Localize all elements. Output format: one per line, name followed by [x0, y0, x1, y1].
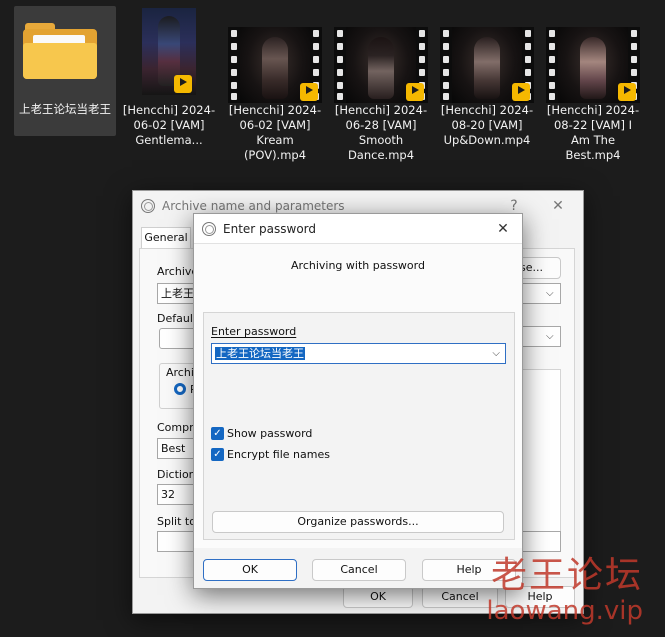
video-name: [Hencchi] 2024-06-02 [VAM] Gentlema...: [122, 103, 216, 147]
video-thumbnail: [228, 27, 322, 103]
organize-passwords-button[interactable]: Organize passwords...: [212, 511, 504, 533]
archive-name-dropdown[interactable]: ⌵: [517, 283, 561, 304]
cancel-button[interactable]: Cancel: [312, 559, 406, 581]
watermark-title: 老王论坛: [490, 555, 643, 596]
video-file[interactable]: [Hencchi] 2024-06-02 [VAM] Gentlema...: [122, 8, 216, 166]
player-badge-icon: [406, 83, 424, 101]
encrypt-names-checkbox[interactable]: ✓: [211, 448, 224, 461]
password-heading: Archiving with password: [291, 259, 425, 272]
password-dialog: Enter password ✕ Archiving with password…: [193, 213, 523, 589]
password-dialog-title: Enter password: [223, 221, 316, 236]
ok-button[interactable]: OK: [203, 559, 297, 581]
ok-button-bg[interactable]: OK: [343, 586, 413, 608]
close-icon[interactable]: ✕: [543, 191, 573, 221]
default-profile-label: Default: [157, 312, 198, 325]
options-panel: [517, 369, 561, 537]
compression-dropdown[interactable]: Best: [157, 438, 197, 459]
player-badge-icon: [512, 83, 530, 101]
video-name: [Hencchi] 2024-08-20 [VAM] Up&Down.mp4: [440, 103, 534, 147]
cancel-label: Cancel: [340, 563, 378, 576]
radio-selected-icon[interactable]: [174, 383, 186, 395]
folder-icon: [23, 23, 97, 79]
desktop-folder[interactable]: 上老王论坛当老王: [14, 6, 116, 136]
video-thumbnail: [142, 8, 196, 95]
browse-label: se...: [520, 261, 543, 274]
winrar-icon: [141, 199, 155, 213]
close-icon[interactable]: ✕: [488, 214, 518, 244]
dictionary-dropdown[interactable]: 32: [157, 484, 197, 505]
password-value: 上老王论坛当老王: [215, 347, 305, 360]
video-thumbnail: [440, 27, 534, 103]
encrypt-names-label: Encrypt file names: [227, 448, 330, 461]
archive-dialog-title: Archive name and parameters: [162, 199, 345, 213]
chevron-down-icon: ⌵: [546, 331, 554, 342]
video-thumbnail: [334, 27, 428, 103]
archive-name-field[interactable]: 上老王: [157, 283, 197, 304]
cancel-label: Cancel: [441, 590, 479, 603]
folder-name: 上老王论坛当老王: [19, 102, 111, 116]
archive-label: Archive: [157, 265, 199, 278]
video-name: [Hencchi] 2024-08-22 [VAM] I Am The Best…: [546, 103, 640, 162]
video-file[interactable]: [Hencchi] 2024-08-20 [VAM] Up&Down.mp4: [440, 8, 534, 166]
tab-general[interactable]: General: [141, 227, 191, 249]
video-file[interactable]: [Hencchi] 2024-08-22 [VAM] I Am The Best…: [546, 8, 640, 166]
video-file[interactable]: [Hencchi] 2024-06-02 [VAM] Kream (POV).m…: [228, 8, 322, 166]
split-field[interactable]: [157, 531, 197, 552]
watermark-url: laowang.vip: [486, 596, 643, 626]
chevron-down-icon: ⌵: [546, 288, 554, 299]
chevron-down-icon: ⌵: [492, 348, 500, 359]
update-mode-dropdown[interactable]: ⌵: [517, 326, 561, 347]
ok-label: OK: [370, 590, 386, 603]
player-badge-icon: [618, 83, 636, 101]
split-label: Split to: [157, 515, 196, 528]
video-name: [Hencchi] 2024-06-02 [VAM] Kream (POV).m…: [228, 103, 322, 162]
tab-general-label: General: [144, 231, 188, 244]
winrar-icon: [202, 221, 216, 236]
video-name: [Hencchi] 2024-06-28 [VAM] Smooth Dance.…: [334, 103, 428, 162]
ok-label: OK: [242, 563, 258, 576]
enter-password-label: Enter password: [211, 325, 297, 338]
player-badge-icon: [174, 75, 192, 93]
organize-label: Organize passwords...: [297, 515, 419, 528]
video-thumbnail: [546, 27, 640, 103]
player-badge-icon: [300, 83, 318, 101]
video-file[interactable]: [Hencchi] 2024-06-28 [VAM] Smooth Dance.…: [334, 8, 428, 166]
password-dialog-titlebar[interactable]: Enter password: [194, 214, 522, 244]
help-label: Help: [456, 563, 482, 576]
password-input[interactable]: 上老王论坛当老王 ⌵: [211, 343, 506, 364]
show-password-label: Show password: [227, 427, 313, 440]
show-password-checkbox[interactable]: ✓: [211, 427, 224, 440]
